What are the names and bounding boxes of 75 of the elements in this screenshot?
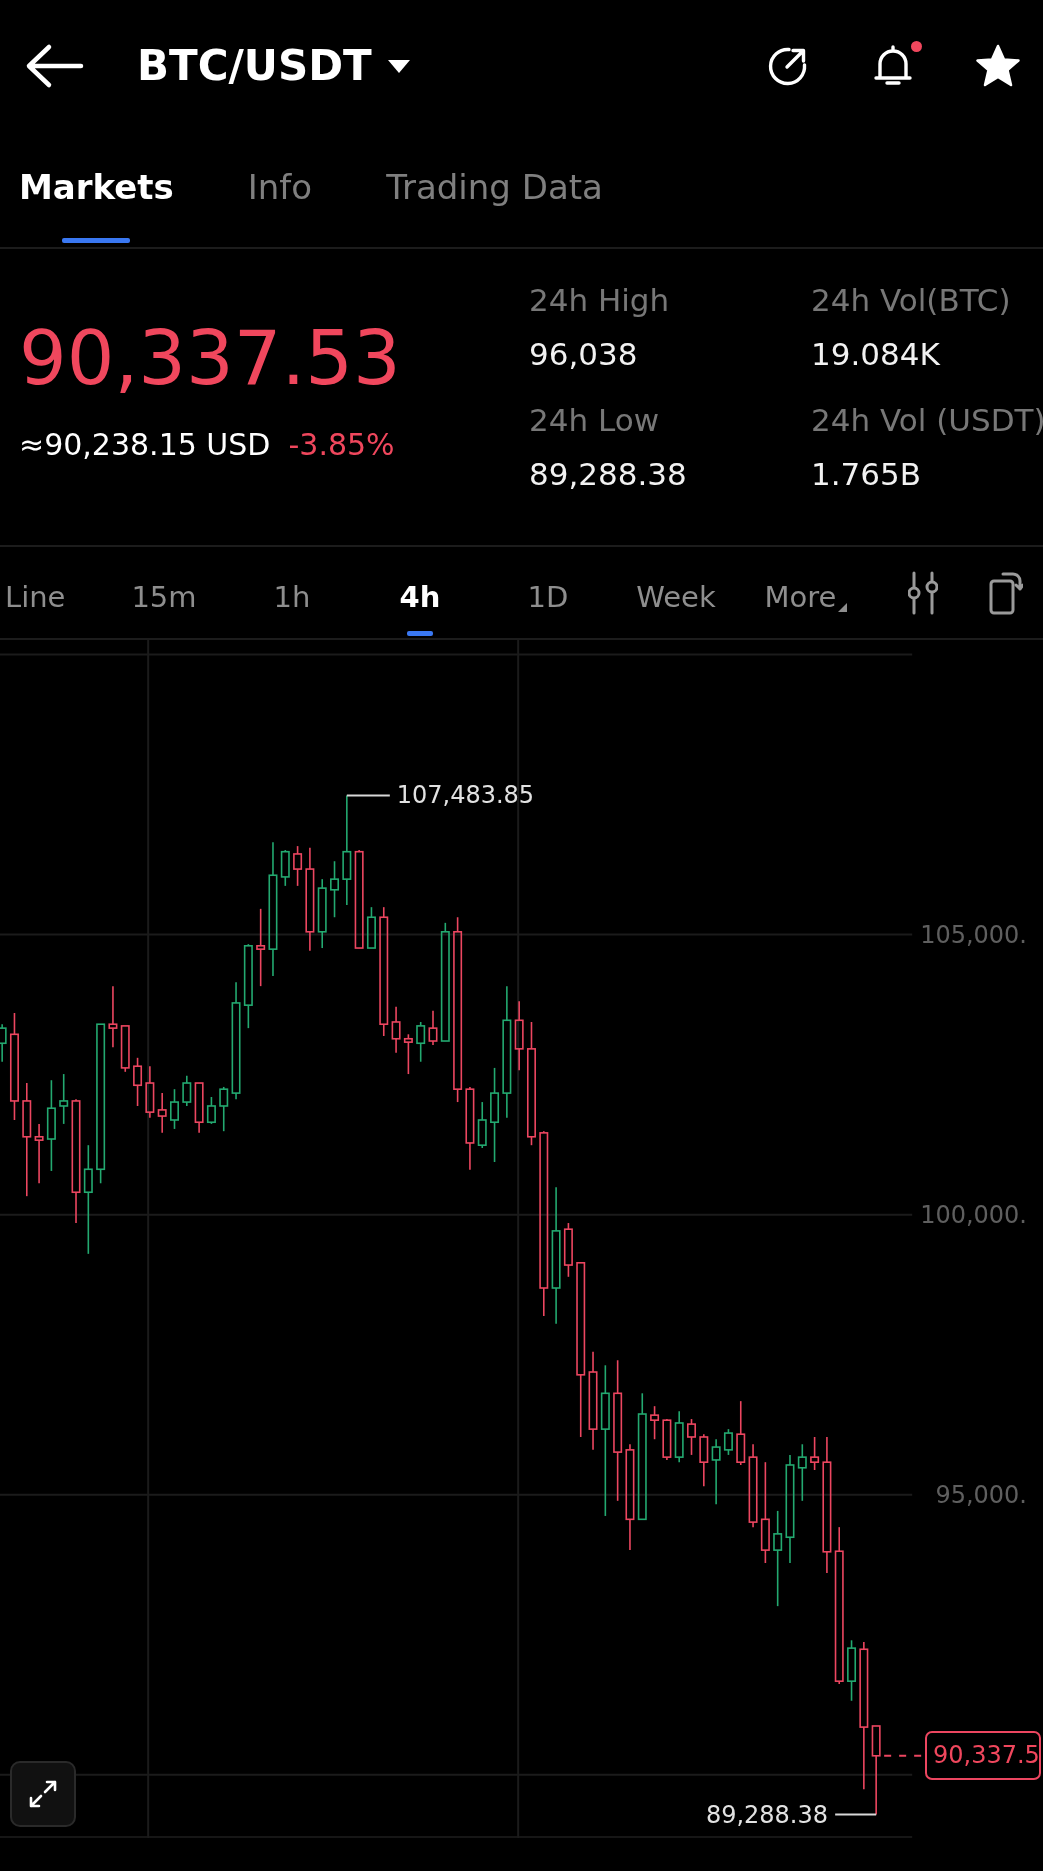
candlestick xyxy=(674,1410,684,1463)
stat-value: 96,038 xyxy=(529,335,639,373)
back-arrow-icon[interactable] xyxy=(24,43,84,89)
interval-tab[interactable]: Week xyxy=(612,547,740,638)
candlestick xyxy=(846,1639,856,1702)
stat-value: 19.084K xyxy=(811,335,941,373)
candlestick xyxy=(157,1092,167,1134)
stat-label: 24h Vol(BTC) xyxy=(811,281,1012,319)
pair-selector[interactable]: BTC/USDT xyxy=(137,41,410,91)
candlestick xyxy=(182,1074,192,1107)
interval-tab[interactable]: 15m xyxy=(100,547,228,638)
bell-icon[interactable] xyxy=(871,44,915,88)
stat-label: 24h High xyxy=(529,281,671,319)
candlestick xyxy=(699,1433,709,1488)
leader-line xyxy=(834,1813,877,1816)
caret-icon xyxy=(387,59,410,73)
price-axis-label: 95,000. xyxy=(935,1480,1027,1509)
candlestick xyxy=(132,1057,142,1107)
candlestick xyxy=(280,849,290,887)
candlestick xyxy=(59,1073,69,1125)
candlestick xyxy=(736,1400,746,1466)
candlestick xyxy=(428,1009,438,1046)
last-price-tag: 90,337.5 xyxy=(925,1730,1041,1780)
candlestick xyxy=(403,1033,413,1075)
price-axis-label: 105,000. xyxy=(920,920,1027,949)
screen-rotate-icon[interactable] xyxy=(989,570,1023,615)
candlestick xyxy=(366,906,376,949)
interval-tab[interactable]: More xyxy=(740,547,872,638)
candlestick xyxy=(206,1096,216,1125)
tab[interactable]: Markets xyxy=(19,167,174,247)
tab[interactable]: Info xyxy=(247,167,313,247)
interval-tab[interactable]: 1h xyxy=(228,547,356,638)
candlestick xyxy=(219,1086,229,1132)
expand-button[interactable] xyxy=(10,1761,76,1827)
candlestick xyxy=(711,1438,721,1505)
stat-value: 89,288.38 xyxy=(529,455,688,493)
price-change: -3.85% xyxy=(288,426,395,464)
tab[interactable]: Trading Data xyxy=(386,167,603,247)
candlestick xyxy=(809,1436,819,1471)
candlestick xyxy=(662,1418,672,1461)
candlestick xyxy=(169,1088,179,1130)
high-price-label: 107,483.85 xyxy=(396,781,535,810)
candlestick xyxy=(477,1101,487,1149)
stat-label: 24h Low xyxy=(529,401,660,439)
candlestick xyxy=(194,1082,204,1134)
star-icon[interactable] xyxy=(976,44,1020,88)
stat-value: 1.765B xyxy=(811,455,922,493)
candlestick xyxy=(34,1123,44,1185)
candlestick xyxy=(120,1025,130,1073)
candlestick xyxy=(391,1006,401,1054)
candlestick xyxy=(723,1428,733,1456)
candlestick xyxy=(108,985,118,1048)
candlestick xyxy=(686,1418,696,1456)
price-axis-label: 100,000. xyxy=(920,1200,1027,1229)
caret-icon xyxy=(838,603,848,612)
candlestick xyxy=(329,860,339,919)
candlestick xyxy=(649,1405,659,1440)
interval-tab[interactable]: Line xyxy=(0,547,100,638)
candlestick xyxy=(0,1023,7,1063)
sliders-icon[interactable] xyxy=(908,570,938,615)
candlestick xyxy=(563,1222,573,1278)
last-price: 90,337.53 xyxy=(19,317,402,399)
expand-icon xyxy=(28,1779,58,1809)
candlestick xyxy=(514,1000,524,1071)
low-price-label: 89,288.38 xyxy=(705,1800,829,1829)
candlestick xyxy=(292,845,302,887)
stat-label: 24h Vol (USDT) xyxy=(811,401,1043,439)
candlestick xyxy=(797,1443,807,1502)
usd-value: ≈90,238.15 USD xyxy=(19,426,271,464)
candlestick xyxy=(145,1065,155,1119)
candlestick xyxy=(416,1021,426,1063)
candlestick xyxy=(317,878,327,949)
interval-tab[interactable]: 1D xyxy=(484,547,612,638)
leader-line xyxy=(345,794,391,797)
interval-tab[interactable]: 4h xyxy=(356,547,484,638)
